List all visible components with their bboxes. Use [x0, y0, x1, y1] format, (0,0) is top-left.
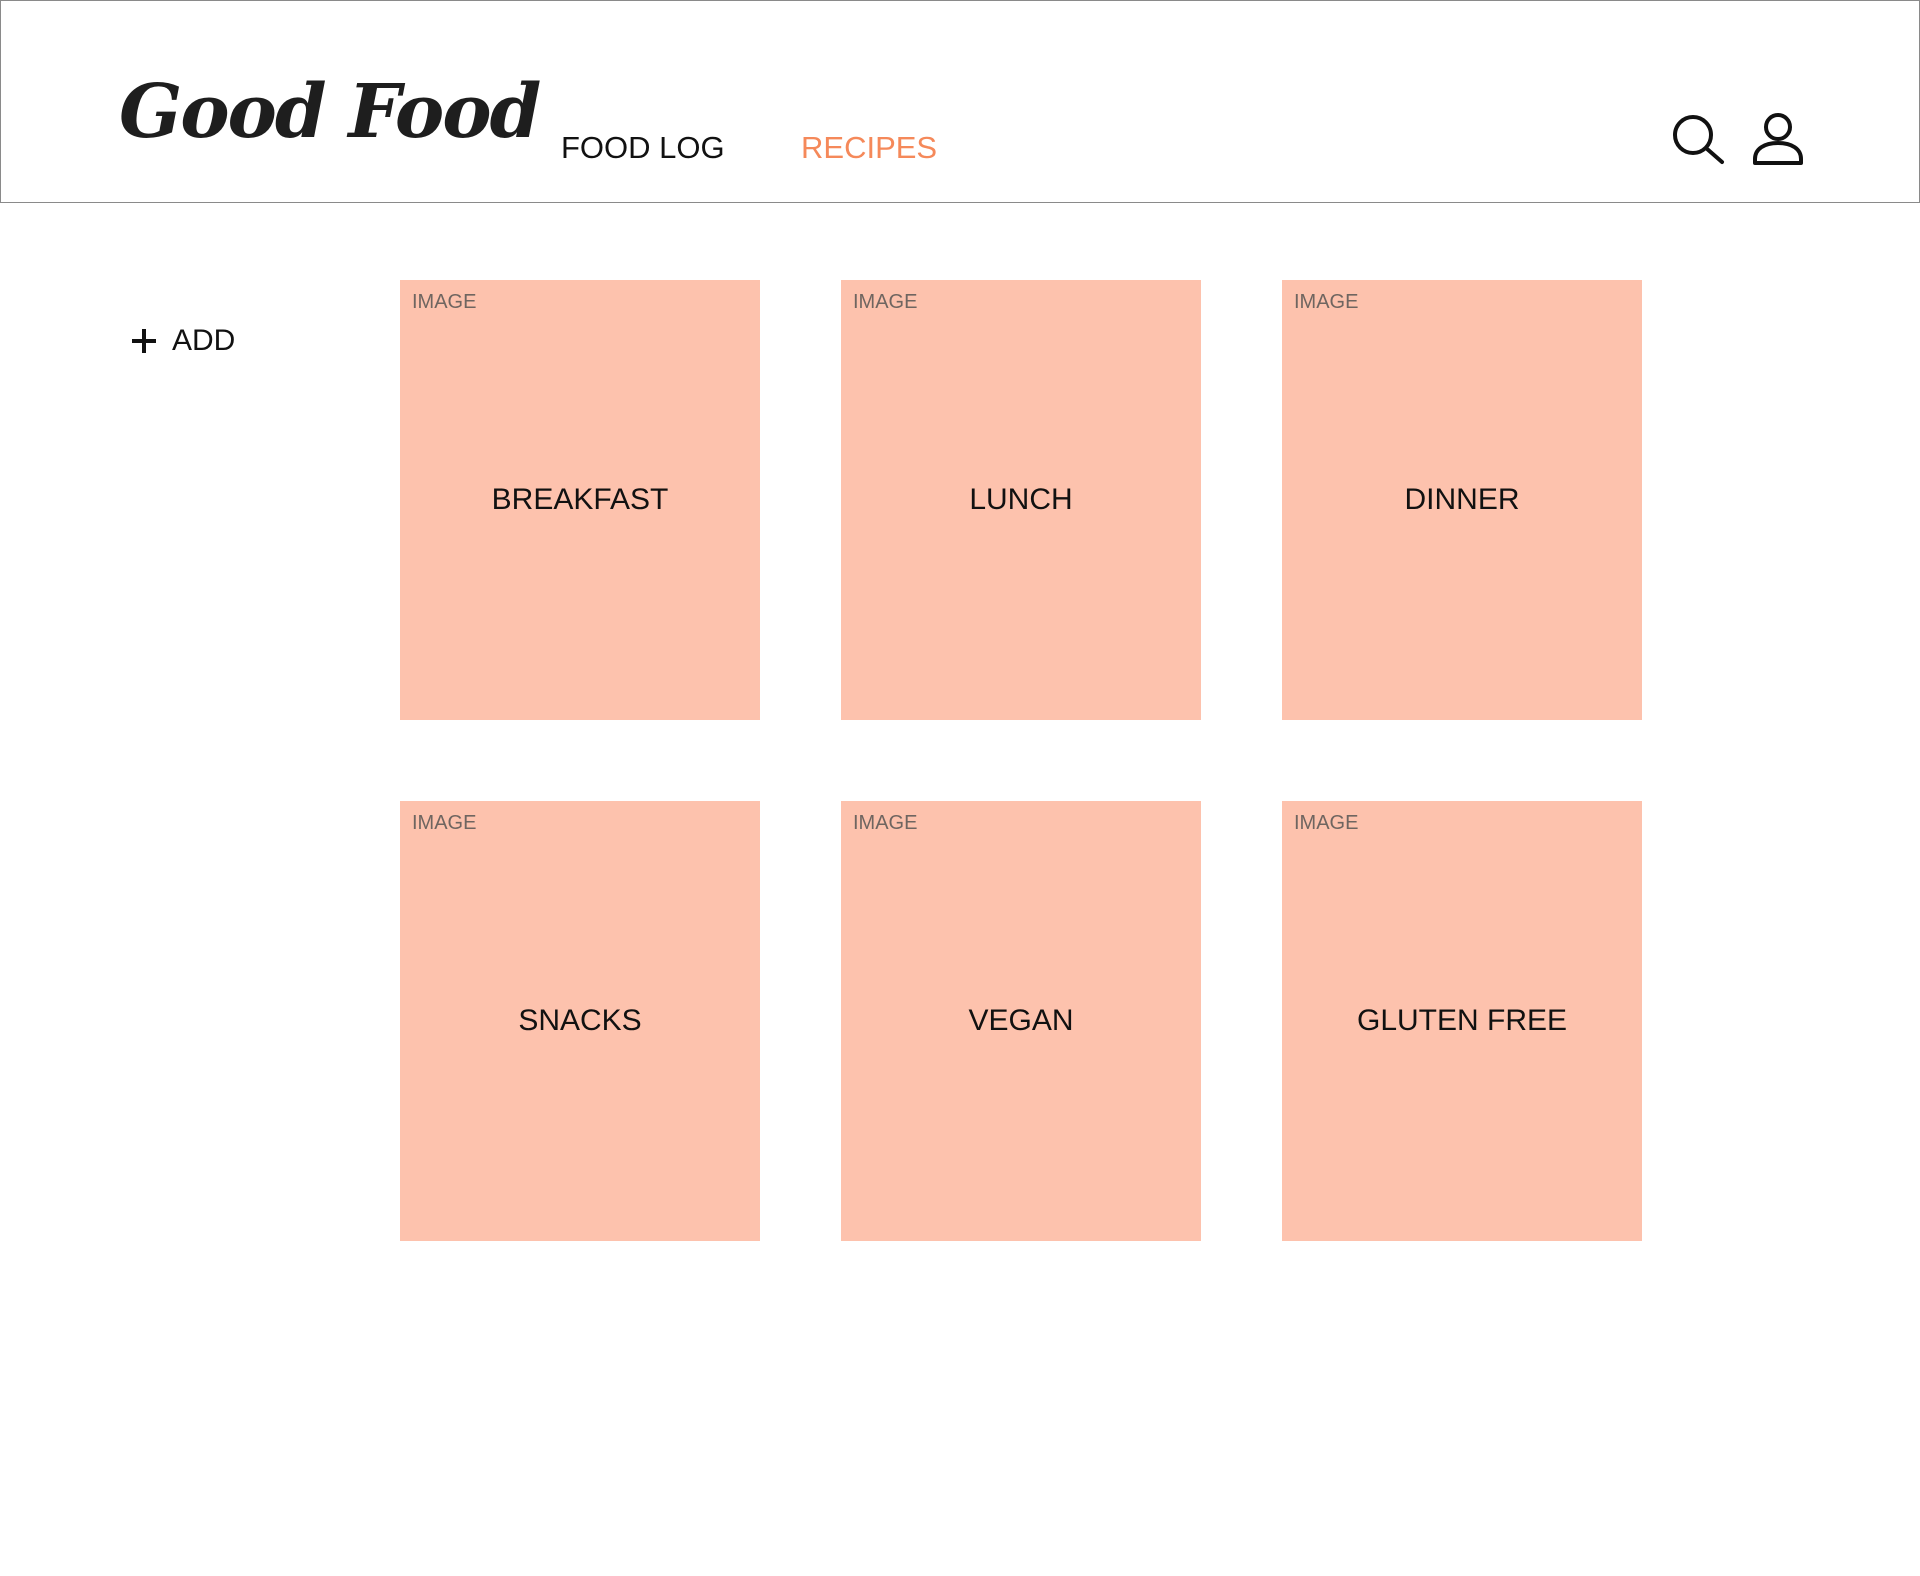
nav-food-log[interactable]: FOOD LOG	[561, 132, 725, 163]
nav-recipes[interactable]: RECIPES	[801, 132, 937, 163]
search-button[interactable]	[1669, 111, 1727, 169]
image-placeholder-label: IMAGE	[853, 291, 918, 313]
recipe-card-gluten-free[interactable]: IMAGE GLUTEN FREE	[1282, 801, 1642, 1241]
card-title: VEGAN	[968, 1004, 1074, 1037]
image-placeholder-label: IMAGE	[853, 812, 918, 834]
image-placeholder-label: IMAGE	[1294, 812, 1359, 834]
user-icon	[1753, 113, 1803, 165]
card-title: LUNCH	[969, 483, 1073, 516]
card-title: SNACKS	[518, 1004, 642, 1037]
image-placeholder-label: IMAGE	[412, 291, 477, 313]
image-placeholder-label: IMAGE	[412, 812, 477, 834]
image-placeholder-label: IMAGE	[1294, 291, 1359, 313]
plus-icon	[132, 329, 156, 353]
card-title: DINNER	[1404, 483, 1520, 516]
recipe-card-lunch[interactable]: IMAGE LUNCH	[841, 280, 1201, 720]
recipe-card-vegan[interactable]: IMAGE VEGAN	[841, 801, 1201, 1241]
logo[interactable]: Good Food	[119, 75, 541, 149]
top-header: Good Food FOOD LOG RECIPES	[0, 0, 1920, 203]
recipe-card-breakfast[interactable]: IMAGE BREAKFAST	[400, 280, 760, 720]
search-icon	[1673, 115, 1724, 164]
recipe-card-snacks[interactable]: IMAGE SNACKS	[400, 801, 760, 1241]
card-title: BREAKFAST	[491, 483, 669, 516]
add-label: ADD	[172, 324, 236, 357]
profile-button[interactable]	[1749, 111, 1807, 169]
recipe-card-dinner[interactable]: IMAGE DINNER	[1282, 280, 1642, 720]
card-title: GLUTEN FREE	[1356, 1004, 1568, 1037]
add-button[interactable]: ADD	[130, 321, 235, 361]
